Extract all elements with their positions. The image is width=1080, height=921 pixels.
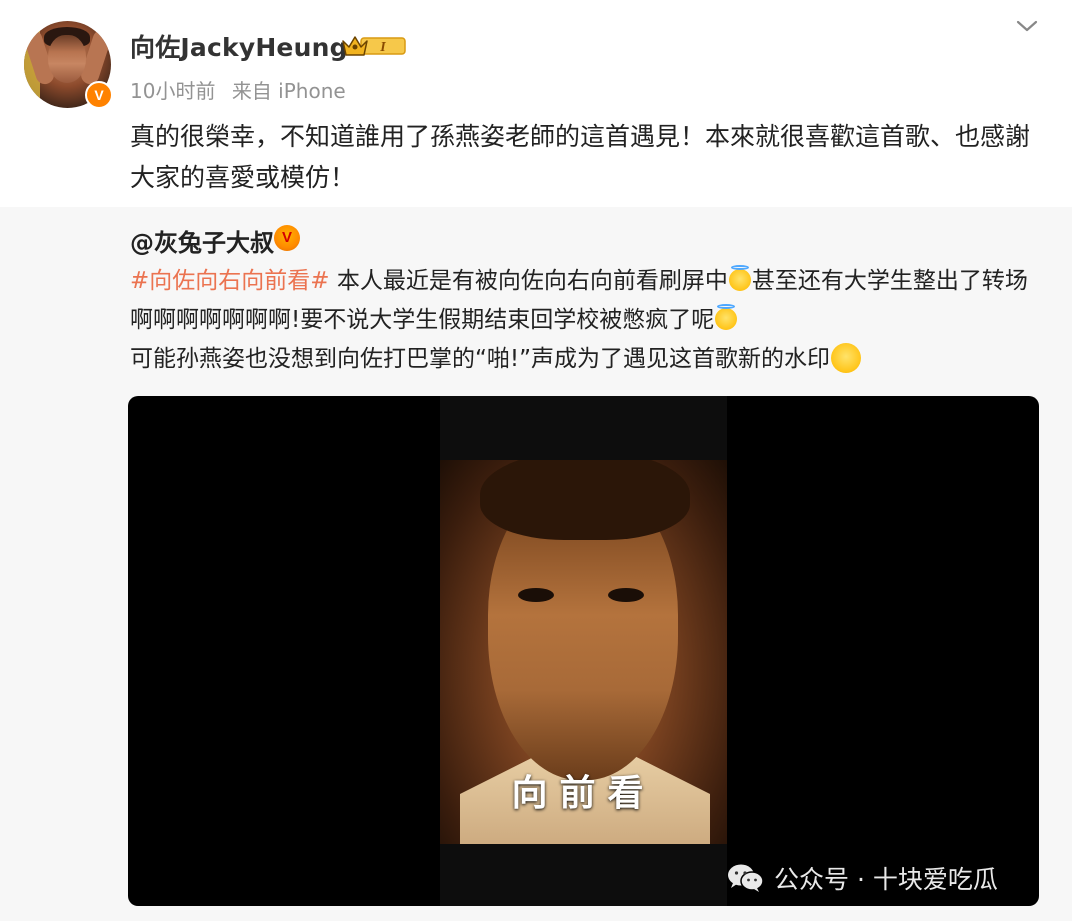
hashtag-link[interactable]: #向佐向右向前看#: [130, 268, 330, 294]
post-meta: 10小时前 来自 iPhone: [130, 75, 346, 104]
crown-level-icon[interactable]: I: [341, 31, 407, 59]
watermark-text: 公众号 · 十块爱吃瓜: [774, 865, 998, 894]
post-source: 来自 iPhone: [231, 79, 346, 103]
angel-emoji-icon: [715, 304, 738, 330]
username[interactable]: 向佐JackyHeung: [130, 28, 348, 64]
laugh-cry-emoji-icon: [831, 343, 862, 373]
repost-author[interactable]: @灰兔子大叔: [130, 223, 274, 258]
repost-verified-icon: V: [274, 225, 300, 251]
chevron-down-icon[interactable]: [1014, 16, 1040, 36]
repost-line-2: 啊啊啊啊啊啊啊!要不说大学生假期结束回学校被憋疯了呢: [130, 301, 1050, 340]
level-badge-text: I: [379, 40, 386, 55]
repost-text: #向佐向右向前看# 本人最近是有被向佐向右向前看刷屏中 甚至还有大学生整出了转场 …: [130, 262, 1050, 379]
weibo-post: V 向佐JackyHeung I 10小时前 来自 iPhone 真的很榮幸，不…: [0, 0, 1080, 921]
watermark: 公众号 · 十块爱吃瓜: [726, 860, 998, 896]
repost-line-3: 可能孙燕姿也没想到向佐打巴掌的“啪!”声成为了遇见这首歌新的水印: [130, 340, 1050, 379]
wechat-icon: [728, 864, 764, 892]
video-subtitle: 向前看: [511, 773, 656, 814]
post-time: 10小时前: [130, 79, 216, 103]
post-text: 真的很榮幸，不知道誰用了孫燕姿老師的這首遇見！本來就很喜歡這首歌、也感謝大家的喜…: [130, 122, 1031, 192]
angel-emoji-icon: [728, 265, 751, 291]
avatar[interactable]: V: [24, 21, 113, 109]
repost-line-1: #向佐向右向前看# 本人最近是有被向佐向右向前看刷屏中 甚至还有大学生整出了转场: [130, 265, 1028, 294]
verified-v-icon: V: [85, 81, 113, 109]
video-player[interactable]: 向前看: [128, 396, 1039, 906]
